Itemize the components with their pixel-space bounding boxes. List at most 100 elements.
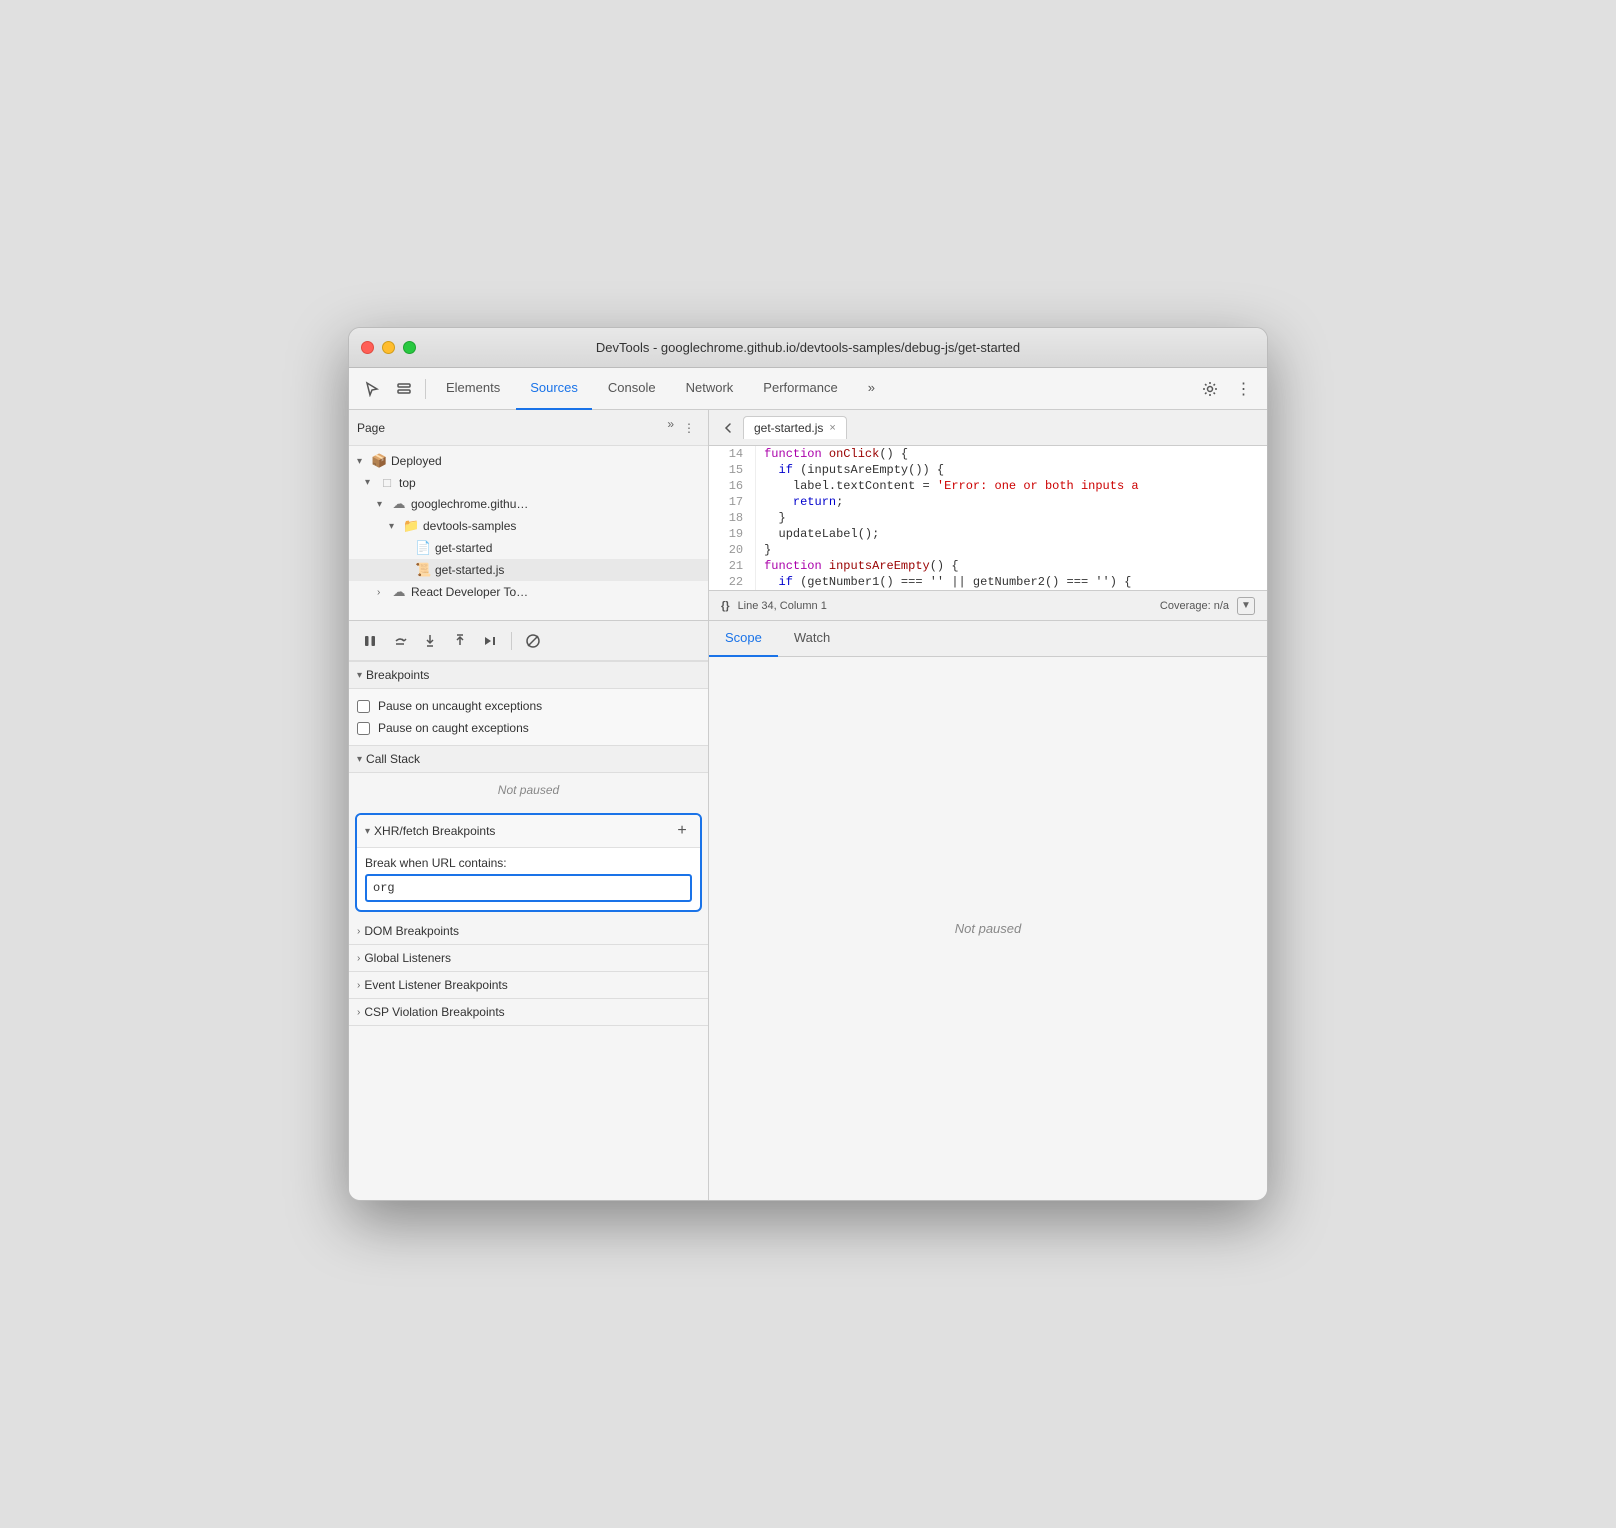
step-out-btn[interactable] <box>447 628 473 654</box>
bracket-icon: {} <box>721 600 730 612</box>
folder-blue-icon: 📁 <box>403 518 419 534</box>
code-line-22: 22 if (getNumber1() === '' || getNumber2… <box>709 574 1267 590</box>
watch-tab-label: Watch <box>794 630 830 645</box>
react-arrow-icon: › <box>377 587 387 598</box>
line-content-17: return; <box>756 494 1267 510</box>
window-title: DevTools - googlechrome.github.io/devtoo… <box>596 340 1020 355</box>
line-num-14: 14 <box>709 446 756 462</box>
pause-caught-label: Pause on caught exceptions <box>378 721 529 735</box>
close-button[interactable] <box>361 341 374 354</box>
cloud2-icon: ☁ <box>391 584 407 600</box>
debugger-sections: ▾ Breakpoints Pause on uncaught exceptio… <box>349 661 708 1200</box>
line-content-22: if (getNumber1() === '' || getNumber2() … <box>756 574 1267 590</box>
step-into-btn[interactable] <box>417 628 443 654</box>
csp-label: CSP Violation Breakpoints <box>364 1005 504 1019</box>
breakpoints-content: Pause on uncaught exceptions Pause on ca… <box>349 689 708 745</box>
code-line-20: 20 } <box>709 542 1267 558</box>
tabbar-actions: ⋮ <box>1195 374 1259 404</box>
coverage-drawer-btn[interactable]: ▼ <box>1237 597 1255 615</box>
xhr-url-label: Break when URL contains: <box>365 856 692 870</box>
global-listeners-label: Global Listeners <box>364 951 451 965</box>
tree-top[interactable]: ▾ □ top <box>349 472 708 493</box>
code-line-16: 16 label.textContent = 'Error: one or bo… <box>709 478 1267 494</box>
file-tree: ▾ 📦 Deployed ▾ □ top ▾ ☁ googlechrome <box>349 446 708 620</box>
pause-uncaught-checkbox[interactable] <box>357 700 370 713</box>
dom-breakpoints-section[interactable]: › DOM Breakpoints <box>349 918 708 945</box>
event-listener-section[interactable]: › Event Listener Breakpoints <box>349 972 708 999</box>
pause-uncaught-label: Pause on uncaught exceptions <box>378 699 542 713</box>
pause-caught-item[interactable]: Pause on caught exceptions <box>357 717 700 739</box>
scope-panel: Scope Watch Not paused <box>709 621 1267 1200</box>
csp-violation-section[interactable]: › CSP Violation Breakpoints <box>349 999 708 1026</box>
tab-console[interactable]: Console <box>594 368 670 410</box>
tab-more[interactable]: » <box>854 368 889 410</box>
tree-react-devtools[interactable]: › ☁ React Developer To… <box>349 581 708 603</box>
code-line-14: 14 function onClick() { <box>709 446 1267 462</box>
event-arrow-icon: › <box>357 980 360 991</box>
tree-deployed[interactable]: ▾ 📦 Deployed <box>349 450 708 472</box>
step-over-btn[interactable] <box>387 628 413 654</box>
more-label: » <box>667 417 674 439</box>
pause-btn[interactable] <box>357 628 383 654</box>
status-bar: {} Line 34, Column 1 Coverage: n/a ▼ <box>709 590 1267 620</box>
line-num-15: 15 <box>709 462 756 478</box>
line-num-16: 16 <box>709 478 756 494</box>
scope-not-paused-text: Not paused <box>955 921 1022 936</box>
layers-icon-btn[interactable] <box>389 374 419 404</box>
breakpoints-section-header[interactable]: ▾ Breakpoints <box>349 661 708 689</box>
panel-more-btn[interactable]: ⋮ <box>678 417 700 439</box>
deactivate-btn[interactable] <box>520 628 546 654</box>
devtools-samples-label: devtools-samples <box>423 519 516 533</box>
global-listeners-section[interactable]: › Global Listeners <box>349 945 708 972</box>
tab-network[interactable]: Network <box>672 368 748 410</box>
csp-arrow-icon: › <box>357 1007 360 1018</box>
more-dots-icon: ⋮ <box>1236 379 1253 399</box>
more-options-btn[interactable]: ⋮ <box>1229 374 1259 404</box>
editor-tab-close-btn[interactable]: × <box>829 422 835 434</box>
line-column: Line 34, Column 1 <box>738 600 827 612</box>
tab-watch[interactable]: Watch <box>778 621 846 657</box>
minimize-button[interactable] <box>382 341 395 354</box>
pause-caught-checkbox[interactable] <box>357 722 370 735</box>
scope-tab-label: Scope <box>725 630 762 645</box>
tab-sources[interactable]: Sources <box>516 368 592 410</box>
call-stack-section-header[interactable]: ▾ Call Stack <box>349 745 708 773</box>
breakpoints-arrow-icon: ▾ <box>357 670 362 681</box>
line-num-21: 21 <box>709 558 756 574</box>
settings-btn[interactable] <box>1195 374 1225 404</box>
line-content-21: function inputsAreEmpty() { <box>756 558 1267 574</box>
tree-get-started[interactable]: ▾ 📄 get-started <box>349 537 708 559</box>
code-line-17: 17 return; <box>709 494 1267 510</box>
maximize-button[interactable] <box>403 341 416 354</box>
googlechrome-arrow-icon: ▾ <box>377 499 387 510</box>
pause-uncaught-item[interactable]: Pause on uncaught exceptions <box>357 695 700 717</box>
step-btn[interactable] <box>477 628 503 654</box>
xhr-content: Break when URL contains: <box>357 848 700 910</box>
tab-performance[interactable]: Performance <box>749 368 851 410</box>
tab-nav-back-btn[interactable] <box>717 417 739 439</box>
xhr-section: ▾ XHR/fetch Breakpoints + Break when URL… <box>355 813 702 912</box>
titlebar: DevTools - googlechrome.github.io/devtoo… <box>349 328 1267 368</box>
line-num-18: 18 <box>709 510 756 526</box>
line-content-16: label.textContent = 'Error: one or both … <box>756 478 1267 494</box>
tree-devtools-samples[interactable]: ▾ 📁 devtools-samples <box>349 515 708 537</box>
tab-elements[interactable]: Elements <box>432 368 514 410</box>
editor-tab-get-started-js[interactable]: get-started.js × <box>743 416 847 439</box>
file-tree-panel: Page » ⋮ ▾ 📦 Deployed ▾ <box>349 410 709 620</box>
xhr-header[interactable]: ▾ XHR/fetch Breakpoints + <box>357 815 700 848</box>
line-num-22: 22 <box>709 574 756 590</box>
tree-googlechrome[interactable]: ▾ ☁ googlechrome.githu… <box>349 493 708 515</box>
coverage-label: Coverage: n/a <box>1160 600 1229 612</box>
panel-header: Page » ⋮ <box>349 410 708 446</box>
tab-scope[interactable]: Scope <box>709 621 778 657</box>
xhr-url-input[interactable] <box>365 874 692 902</box>
bottom-section: ▾ Breakpoints Pause on uncaught exceptio… <box>349 620 1267 1200</box>
cursor-icon-btn[interactable] <box>357 374 387 404</box>
code-lines: 14 function onClick() { 15 if (inputsAre… <box>709 446 1267 590</box>
tree-get-started-js[interactable]: ▾ 📜 get-started.js <box>349 559 708 581</box>
debug-sep <box>511 632 512 650</box>
xhr-add-btn[interactable]: + <box>672 821 692 841</box>
line-content-18: } <box>756 510 1267 526</box>
code-line-19: 19 updateLabel(); <box>709 526 1267 542</box>
code-editor[interactable]: 14 function onClick() { 15 if (inputsAre… <box>709 446 1267 590</box>
